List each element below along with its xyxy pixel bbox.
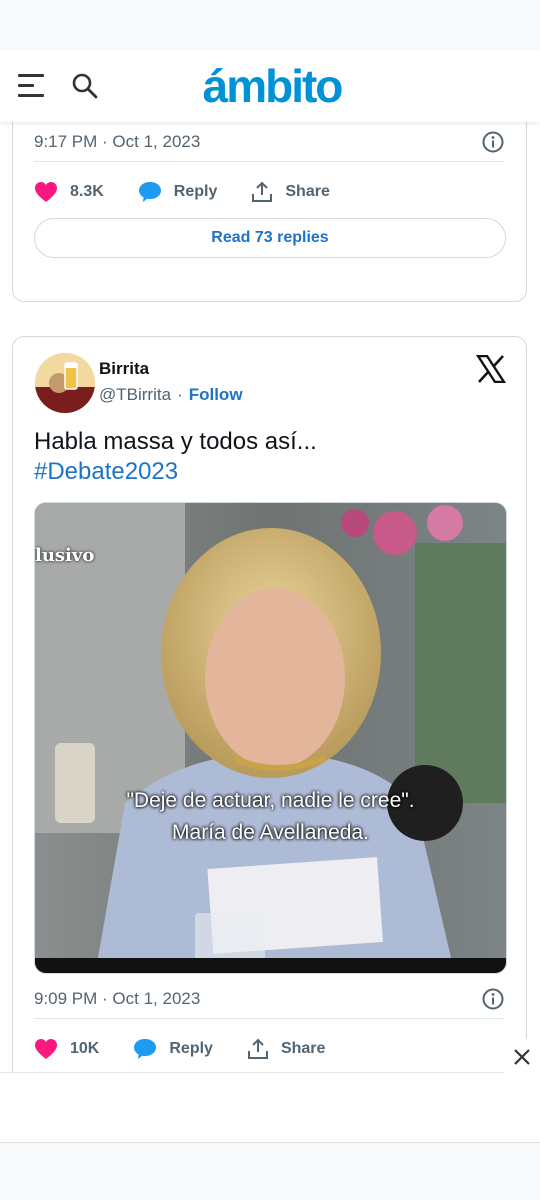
share-button[interactable]: Share <box>251 181 330 203</box>
bottom-bar <box>0 1142 540 1200</box>
hashtag-link[interactable]: #Debate2023 <box>34 457 504 487</box>
reply-bubble-icon <box>134 1039 157 1059</box>
author-handle-row: @TBirrita · Follow <box>99 385 243 405</box>
reply-button[interactable]: Reply <box>138 181 218 203</box>
tweet-timestamp[interactable]: 9:17 PM · Oct 1, 2023 <box>34 132 200 152</box>
site-logo[interactable]: ámbito <box>192 58 352 114</box>
article-body: 9:17 PM · Oct 1, 2023 8.3K Reply Share R… <box>0 122 540 1200</box>
tweet-text: Habla massa y todos así... #Debate2023 <box>34 427 504 487</box>
site-header: ámbito <box>0 50 540 122</box>
share-icon <box>252 181 273 202</box>
status-area <box>0 0 540 50</box>
avatar[interactable] <box>35 353 95 413</box>
reply-label: Reply <box>173 183 218 200</box>
like-count: 8.3K <box>70 183 104 200</box>
tweet-actions: 8.3K Reply Share <box>34 172 364 212</box>
tweet-actions: 10K Reply Share <box>34 1029 359 1069</box>
x-logo-icon[interactable] <box>475 354 507 384</box>
tweet-media-image[interactable]: lusivo "Deje de actuar, nadie le cree". … <box>34 502 507 974</box>
follow-button[interactable]: Follow <box>189 385 243 405</box>
share-label: Share <box>280 1040 326 1057</box>
share-button[interactable]: Share <box>247 1038 325 1060</box>
author-handle[interactable]: @TBirrita <box>99 385 171 405</box>
share-label: Share <box>285 183 330 200</box>
info-icon[interactable] <box>481 987 505 1011</box>
embedded-tweet: 9:17 PM · Oct 1, 2023 8.3K Reply Share R… <box>12 122 527 302</box>
heart-icon <box>35 182 57 202</box>
tweet-timestamp-row: 9:09 PM · Oct 1, 2023 <box>34 979 505 1019</box>
reply-button[interactable]: Reply <box>133 1038 213 1060</box>
image-caption-line: "Deje de actuar, nadie le cree". <box>126 789 415 812</box>
embedded-tweet: Birrita @TBirrita · Follow Habla massa y… <box>12 336 527 1096</box>
tweet-timestamp[interactable]: 9:09 PM · Oct 1, 2023 <box>34 989 200 1009</box>
image-caption-line: María de Avellaneda. <box>172 821 369 844</box>
share-icon <box>247 1038 268 1059</box>
author-name[interactable]: Birrita <box>99 359 149 379</box>
watermark-text: lusivo <box>35 545 95 566</box>
hamburger-menu-icon[interactable] <box>18 74 46 98</box>
heart-icon <box>35 1039 57 1059</box>
info-icon[interactable] <box>481 130 505 154</box>
tweet-timestamp-row: 9:17 PM · Oct 1, 2023 <box>34 122 505 162</box>
reply-bubble-icon <box>138 182 161 202</box>
like-button[interactable]: 8.3K <box>34 181 104 203</box>
close-icon[interactable] <box>504 1039 540 1075</box>
like-button[interactable]: 10K <box>34 1038 99 1060</box>
tweet-body: Habla massa y todos así... <box>34 428 317 455</box>
like-count: 10K <box>70 1040 100 1057</box>
separator: · <box>177 385 183 404</box>
ad-banner[interactable] <box>0 1039 540 1142</box>
read-replies-button[interactable]: Read 73 replies <box>34 218 506 258</box>
reply-label: Reply <box>169 1040 213 1057</box>
search-icon[interactable] <box>71 72 99 100</box>
